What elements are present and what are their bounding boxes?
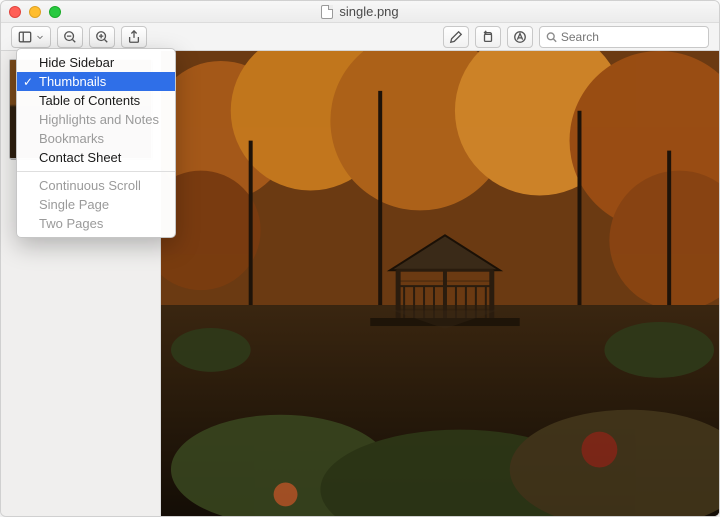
chevron-down-icon	[36, 33, 44, 41]
close-button[interactable]	[9, 6, 21, 18]
sidebar-icon	[18, 30, 32, 44]
rotate-button[interactable]	[475, 26, 501, 48]
menu-item-single-page: Single Page	[17, 195, 175, 214]
zoom-in-button[interactable]	[89, 26, 115, 48]
minimize-button[interactable]	[29, 6, 41, 18]
zoom-out-icon	[63, 30, 77, 44]
zoom-out-button[interactable]	[57, 26, 83, 48]
maximize-button[interactable]	[49, 6, 61, 18]
title-text: single.png	[339, 4, 398, 19]
markup-button[interactable]	[507, 26, 533, 48]
share-icon	[127, 30, 141, 44]
preview-window: single.png	[0, 0, 720, 517]
image-canvas	[161, 51, 719, 516]
check-icon: ✓	[23, 75, 33, 89]
view-dropdown-menu: Hide Sidebar ✓Thumbnails Table of Conten…	[16, 48, 176, 238]
menu-separator	[17, 171, 175, 172]
image-content	[161, 51, 719, 516]
view-menu-button[interactable]	[11, 26, 51, 48]
titlebar: single.png	[1, 1, 719, 23]
menu-item-two-pages: Two Pages	[17, 214, 175, 233]
image-viewport[interactable]	[161, 51, 719, 516]
search-field[interactable]	[539, 26, 709, 48]
window-title: single.png	[321, 4, 398, 19]
menu-item-thumbnails[interactable]: ✓Thumbnails	[17, 72, 175, 91]
menu-item-continuous-scroll: Continuous Scroll	[17, 176, 175, 195]
annotate-button[interactable]	[443, 26, 469, 48]
share-button[interactable]	[121, 26, 147, 48]
menu-item-highlights-and-notes: Highlights and Notes	[17, 110, 175, 129]
toolbar	[1, 23, 719, 51]
zoom-in-icon	[95, 30, 109, 44]
menu-item-table-of-contents[interactable]: Table of Contents	[17, 91, 175, 110]
menu-item-contact-sheet[interactable]: Contact Sheet	[17, 148, 175, 167]
menu-item-bookmarks: Bookmarks	[17, 129, 175, 148]
markup-icon	[513, 30, 527, 44]
rotate-icon	[481, 30, 495, 44]
pencil-icon	[449, 30, 463, 44]
menu-item-hide-sidebar[interactable]: Hide Sidebar	[17, 53, 175, 72]
document-icon	[321, 5, 333, 19]
traffic-lights	[9, 6, 61, 18]
search-icon	[546, 31, 557, 43]
search-input[interactable]	[561, 30, 702, 44]
